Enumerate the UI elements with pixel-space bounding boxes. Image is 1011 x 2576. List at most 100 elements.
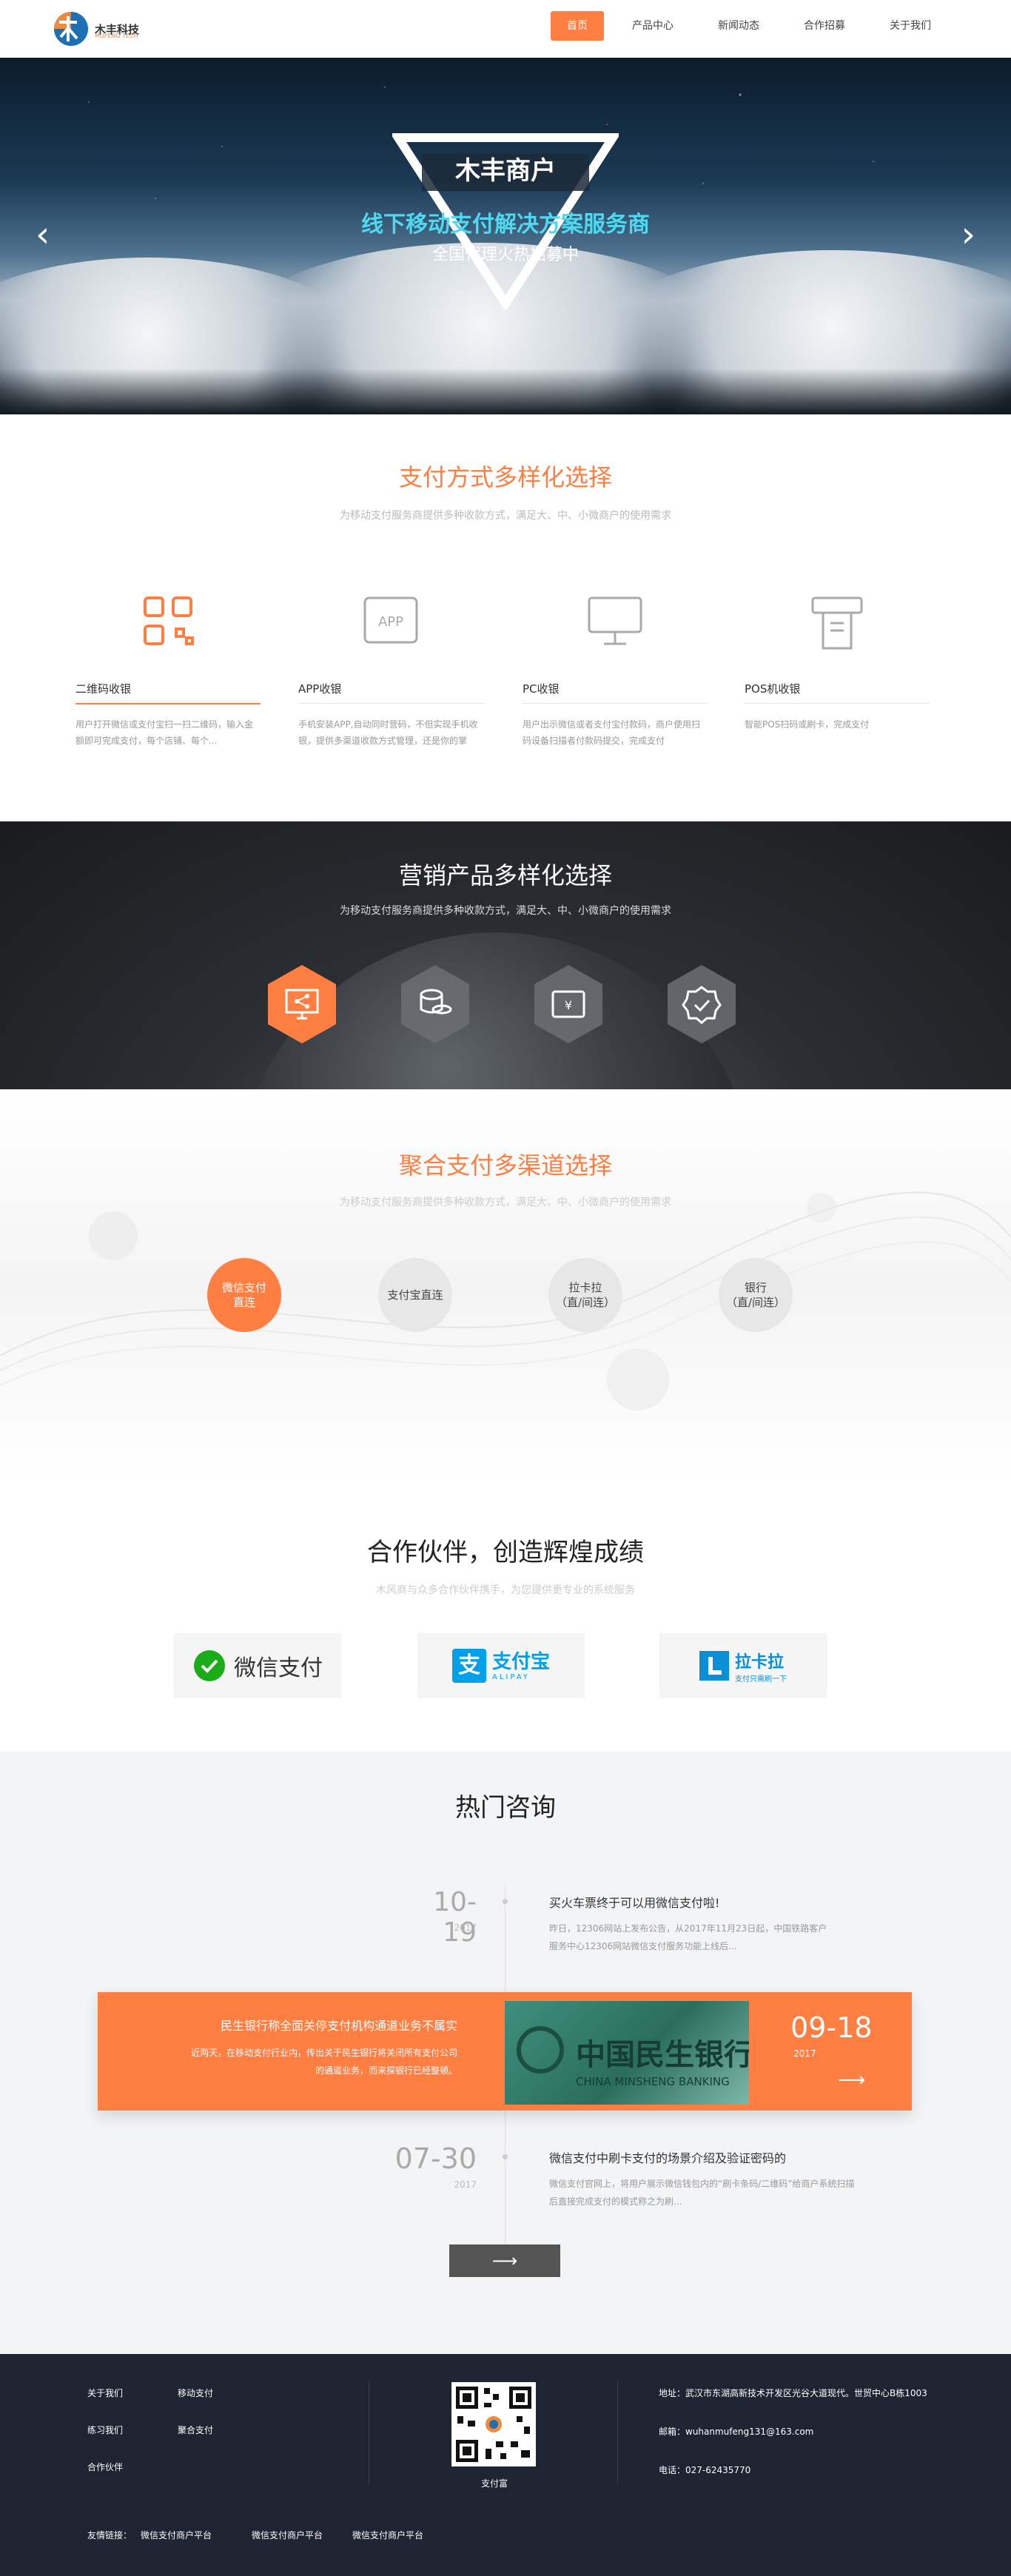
payment-option-underline <box>523 703 708 704</box>
qrcode-image <box>451 2382 536 2466</box>
news-item-featured[interactable]: 民生银行称全面关停支付机构通道业务不属实 近两天，在移动支付行业内，传出关于民生… <box>98 1992 912 2111</box>
friend-link[interactable]: 微信支付商户平台 <box>252 2529 323 2541</box>
channel-label-line1: 拉卡拉 <box>568 1281 602 1294</box>
nav-item-home[interactable]: 首页 <box>551 11 604 41</box>
partner-alipay[interactable]: 支 支付宝 ALIPAY <box>417 1633 585 1698</box>
friend-link[interactable]: 微信支付商户平台 <box>352 2529 423 2541</box>
news-more-button[interactable]: ⟶ <box>449 2244 560 2277</box>
alipay-logo-icon: 支 <box>451 1649 486 1683</box>
logo-subtext: MUFENG TECH <box>95 33 138 39</box>
footer-link[interactable]: 关于我们 <box>87 2387 123 2399</box>
main-nav: 首页 产品中心 新闻动态 合作招募 关于我们 <box>539 11 947 41</box>
news-image: 中国民生银行 CHINA MINSHENG BANKING <box>505 2001 749 2105</box>
share-screen-icon[interactable] <box>261 964 343 1045</box>
logo[interactable]: 木丰科技 MUFENG TECH <box>52 9 139 49</box>
nav-item-news[interactable]: 新闻动态 <box>702 11 776 41</box>
footer-link[interactable]: 合作伙伴 <box>87 2461 123 2473</box>
banner-brand: 木丰商户 <box>455 156 556 186</box>
badge-check-icon[interactable] <box>661 964 742 1045</box>
channel-label-line1: 支付宝直连 <box>387 1288 443 1302</box>
channel-label-line1: 银行 <box>744 1281 767 1294</box>
payment-option-name: APP收银 <box>298 682 342 696</box>
channel-label: 银行 （直/间连） <box>726 1280 785 1310</box>
channel-alipay-direct[interactable]: 支付宝直连 <box>378 1258 452 1332</box>
news-item[interactable]: 10-19 2017 买火车票终于可以用微信支付啦! 昨日，12306网站上发布… <box>0 1887 1011 1968</box>
channel-bank[interactable]: 银行 （直/间连） <box>719 1258 793 1332</box>
site-footer: 关于我们 练习我们 合作伙伴 移动支付 聚合支付 支付富 地址：武汉市东湖高新技… <box>0 2354 1011 2576</box>
nav-item-about[interactable]: 关于我们 <box>873 11 947 41</box>
partner-name: 微信支付 <box>234 1655 323 1681</box>
partner-name: 支付宝 <box>491 1650 550 1673</box>
payment-subtitle: 为移动支付服务商提供多种收款方式，满足大、中、小微商户的使用需求 <box>340 510 671 522</box>
partner-wechat-pay[interactable]: 微信支付 <box>174 1633 341 1698</box>
footer-divider <box>617 2381 618 2484</box>
news-headline[interactable]: 微信支付中刷卡支付的场景介绍及验证密码的 <box>549 2148 786 2166</box>
payment-option-name: PC收银 <box>523 682 560 696</box>
payment-option-desc: 用户打开微信或支付宝扫一扫二维码，输入金额即可完成支付，每个店铺、每个... <box>75 719 254 746</box>
channel-label-line2: （直/间连） <box>555 1296 616 1309</box>
nav-item-partners[interactable]: 合作招募 <box>787 11 861 41</box>
news-item[interactable]: 07-30 2017 微信支付中刷卡支付的场景介绍及验证密码的 微信支付官网上，… <box>0 2142 1011 2224</box>
news-year: 2017 <box>454 1923 477 1933</box>
svg-text:APP: APP <box>378 614 403 630</box>
qr-caption: 支付富 <box>481 2478 508 2489</box>
partner-sub: 支付只需刷一下 <box>735 1675 787 1684</box>
news-headline[interactable]: 买火车票终于可以用微信支付啦! <box>549 1893 719 1911</box>
news-image-subcaption: CHINA MINSHENG BANKING <box>576 2075 730 2088</box>
coins-icon[interactable] <box>394 964 476 1045</box>
channels-title: 聚合支付多渠道选择 <box>398 1151 612 1180</box>
partner-name: 拉卡拉 <box>735 1652 785 1672</box>
logo-icon <box>54 12 88 46</box>
nav-item-products[interactable]: 产品中心 <box>616 11 690 41</box>
payment-option-desc: 智能POS扫码或刷卡，完成支付 <box>745 719 870 730</box>
svg-text:¥: ¥ <box>565 998 572 1012</box>
partner-sub: ALIPAY <box>491 1672 530 1681</box>
timeline-dot <box>503 2154 508 2159</box>
channels-subtitle: 为移动支付服务商提供多种收款方式，满足大、中、小微商户的使用需求 <box>340 1197 671 1208</box>
bank-logo-icon <box>517 2026 564 2074</box>
site-header: 木丰科技 MUFENG TECH 首页 产品中心 新闻动态 合作招募 关于我们 <box>0 0 1011 58</box>
news-date: 07-30 <box>394 2142 477 2175</box>
footer-phone: 电话：027-62435770 <box>659 2465 751 2475</box>
payment-option-desc: 手机安装APP,自动同时营码，不但实现手机收银，提供多渠道收款方式管理，还是你的… <box>298 719 478 746</box>
lakala-wordmark: 拉卡拉 支付只需刷一下 <box>735 1649 787 1684</box>
partners-title: 合作伙伴，创造辉煌成绩 <box>367 1538 644 1567</box>
news-date: 10-19 <box>433 1887 477 1948</box>
payment-option-name: 二维码收银 <box>75 682 132 696</box>
wechat-logo-icon <box>194 1650 225 1681</box>
footer-email: 邮箱：wuhanmufeng131@163.com <box>659 2427 814 2437</box>
wallet-icon[interactable]: ¥ <box>528 964 609 1045</box>
app-icon: APP <box>363 596 418 644</box>
channel-wechat-direct[interactable]: 微信支付 直连 <box>207 1258 281 1332</box>
channel-label-line2: 直连 <box>232 1296 255 1309</box>
lakala-logo-icon <box>699 1651 729 1681</box>
arrow-right-icon[interactable]: ⟶ <box>838 2069 865 2091</box>
marketing-title: 营销产品多样化选择 <box>398 861 612 890</box>
payment-option-underline <box>745 703 930 704</box>
timeline-dot <box>503 1899 508 1904</box>
friend-links-label: 友情链接： <box>87 2530 132 2540</box>
channel-lakala[interactable]: 拉卡拉 （直/间连） <box>548 1258 622 1332</box>
footer-link[interactable]: 练习我们 <box>87 2424 123 2436</box>
news-summary: 昨日，12306网站上发布公告，从2017年11月23日起，中国铁路客户服务中心… <box>549 1923 827 1951</box>
partner-lakala[interactable]: 拉卡拉 支付只需刷一下 <box>659 1633 827 1698</box>
news-year: 2017 <box>793 2048 816 2059</box>
pos-icon <box>811 596 863 650</box>
news-date: 09-18 <box>790 2011 873 2044</box>
marketing-subtitle: 为移动支付服务商提供多种收款方式，满足大、中、小微商户的使用需求 <box>340 905 671 917</box>
footer-link[interactable]: 聚合支付 <box>178 2424 213 2436</box>
news-headline[interactable]: 民生银行称全面关停支付机构通道业务不属实 <box>98 2016 457 2034</box>
footer-address: 地址：武汉市东湖高新技术开发区光谷大道现代。世贸中心B栋1003 <box>659 2388 927 2398</box>
payment-option-underline <box>75 703 261 704</box>
news-summary: 近两天，在移动支付行业内，传出关于民生银行将关闭所有支付公司的通道业务，而来探银… <box>190 2048 457 2076</box>
friend-link[interactable]: 微信支付商户平台 <box>141 2529 212 2541</box>
banner-prev-arrow[interactable]: ‹ <box>36 217 50 252</box>
alipay-wordmark: 支付宝 ALIPAY <box>492 1651 550 1681</box>
partners-subtitle: 木风商与众多合作伙伴携手，为您提供更专业的系统服务 <box>376 1584 635 1596</box>
news-summary: 微信支付官网上，将用户展示微信钱包内的“刷卡条码/二维码”给商户系统扫描后直接完… <box>549 2179 855 2207</box>
hero-banner: 木丰商户 线下移动支付解决方案服务商 全国代理火热招募中 ‹ › <box>0 58 1011 414</box>
banner-next-arrow[interactable]: › <box>961 217 975 252</box>
news-image-caption: 中国民生银行 <box>576 2038 749 2072</box>
channel-label-line2: （直/间连） <box>725 1296 786 1309</box>
footer-link[interactable]: 移动支付 <box>178 2387 213 2399</box>
